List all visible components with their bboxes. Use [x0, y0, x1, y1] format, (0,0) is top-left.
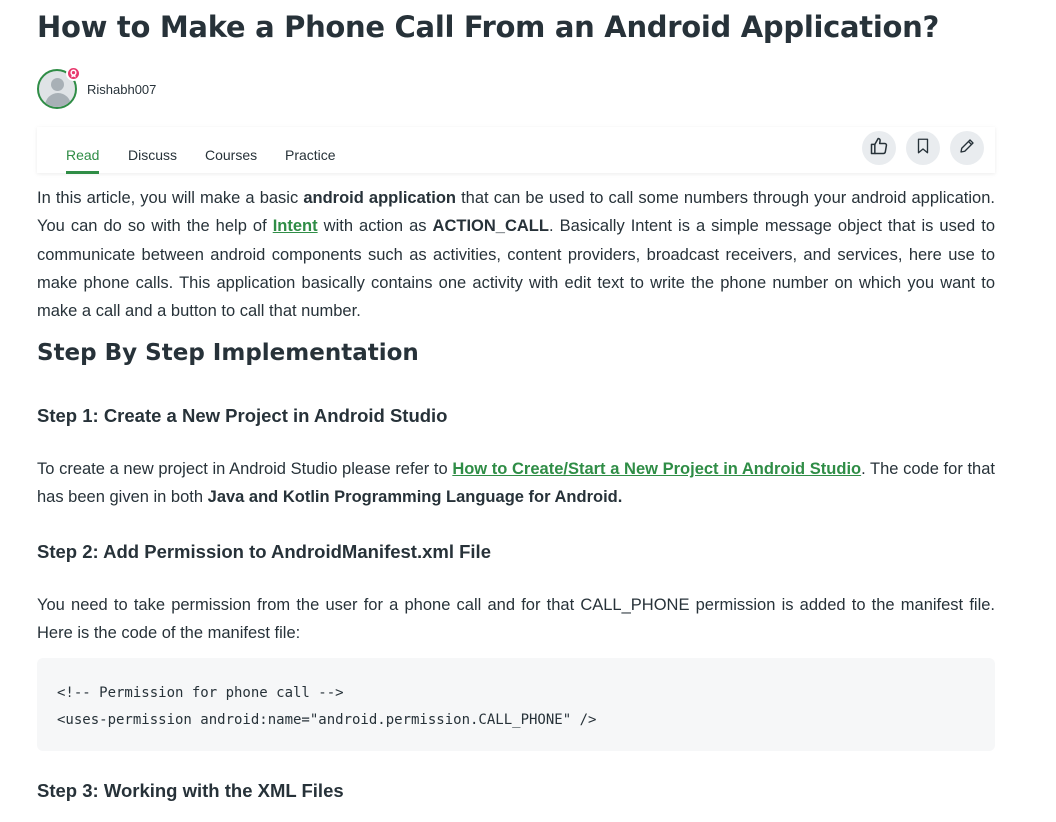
article-title: How to Make a Phone Call From an Android…	[37, 10, 939, 44]
tab-courses[interactable]: Courses	[205, 147, 257, 171]
intro-text: with action as	[317, 217, 433, 236]
step2-body: You need to take permission from the use…	[37, 591, 995, 648]
step2-paragraph: You need to take permission from the use…	[37, 596, 995, 643]
code-block[interactable]: <!-- Permission for phone call --> <uses…	[37, 658, 995, 751]
step1-body: To create a new project in Android Studi…	[37, 455, 995, 512]
article-intro: In this article, you will make a basic a…	[37, 184, 995, 325]
edit-button[interactable]	[950, 131, 984, 165]
author-info: Rishabh007	[37, 66, 156, 109]
step2-heading: Step 2: Add Permission to AndroidManifes…	[37, 541, 491, 562]
section-heading: Step By Step Implementation	[37, 340, 419, 366]
author-badge-icon	[66, 66, 81, 81]
intent-link[interactable]: Intent	[273, 217, 318, 235]
avatar-body	[45, 93, 71, 107]
tab-practice[interactable]: Practice	[285, 147, 336, 171]
intro-paragraph: In this article, you will make a basic a…	[37, 184, 995, 325]
tab-discuss[interactable]: Discuss	[128, 147, 177, 171]
create-project-link[interactable]: How to Create/Start a New Project in And…	[452, 460, 861, 478]
code-line: <uses-permission android:name="android.p…	[57, 712, 597, 728]
thumbs-up-icon	[869, 136, 889, 161]
step1-heading: Step 1: Create a New Project in Android …	[37, 405, 448, 426]
intro-bold-text: android application	[303, 189, 456, 207]
pencil-icon	[958, 137, 976, 160]
intro-bold-text: ACTION_CALL	[432, 217, 549, 236]
bookmark-button[interactable]	[906, 131, 940, 165]
step1-text: To create a new project in Android Studi…	[37, 460, 453, 478]
bookmark-icon	[914, 137, 932, 160]
article-tabs-bar: Read Discuss Courses Practice	[37, 127, 995, 174]
like-button[interactable]	[862, 131, 896, 165]
avatar-head	[51, 78, 64, 91]
author-name[interactable]: Rishabh007	[87, 82, 156, 97]
step1-bold-text: Java and Kotlin Programming Language for…	[207, 488, 623, 507]
article-page: How to Make a Phone Call From an Android…	[0, 0, 1056, 822]
step1-paragraph: To create a new project in Android Studi…	[37, 455, 995, 512]
step3-heading: Step 3: Working with the XML Files	[37, 780, 344, 801]
intro-text: In this article, you will make a basic	[37, 189, 304, 207]
code-line: <!-- Permission for phone call -->	[57, 685, 344, 701]
tab-read[interactable]: Read	[66, 147, 100, 174]
